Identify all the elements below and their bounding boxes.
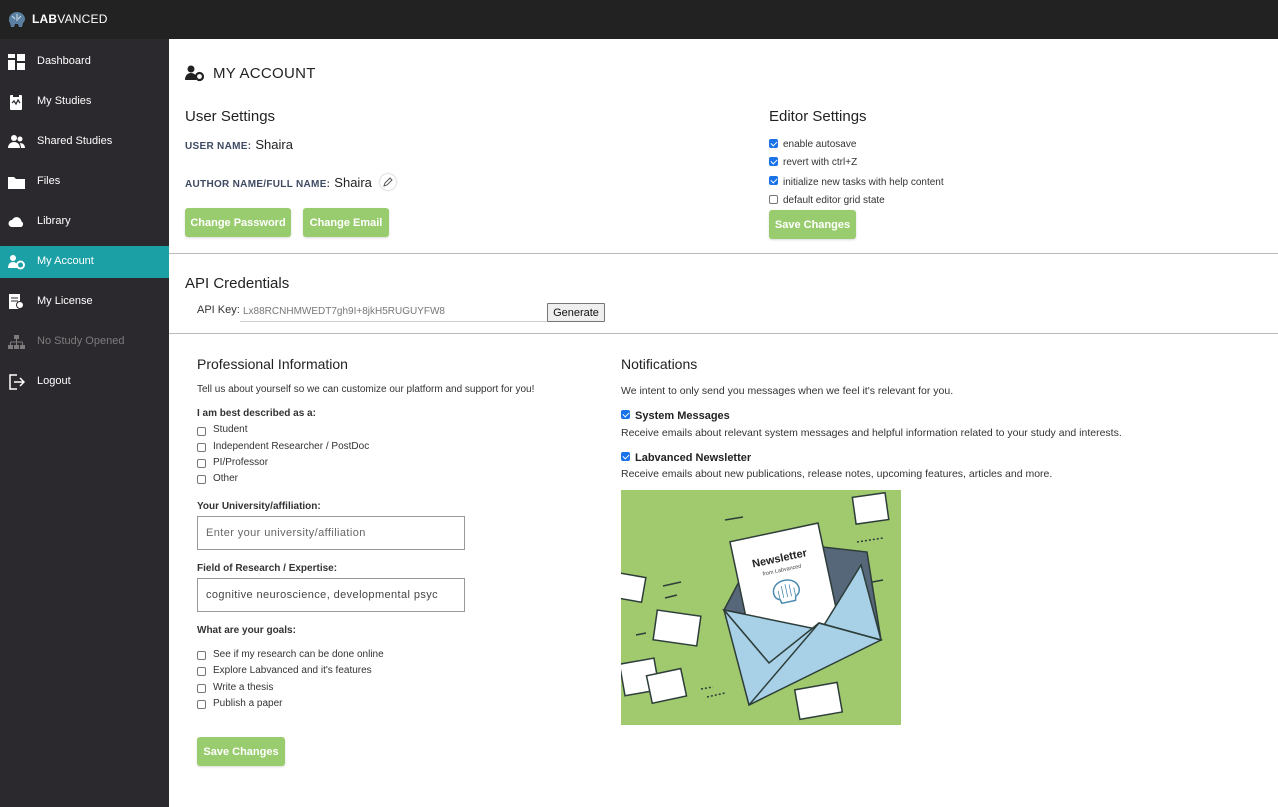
dashboard-icon xyxy=(8,54,25,70)
sidebar-item-files[interactable]: Files xyxy=(0,166,169,198)
field-label: Field of Research / Expertise: xyxy=(197,563,338,574)
editor-settings-heading: Editor Settings xyxy=(769,108,867,125)
goal-label: Write a thesis xyxy=(213,682,274,693)
sidebar-item-my-studies[interactable]: My Studies xyxy=(0,86,169,118)
describe-label: I am best described as a: xyxy=(197,408,316,419)
user-gear-icon xyxy=(8,255,25,270)
professional-intro: Tell us about yourself so we can customi… xyxy=(197,384,535,395)
license-icon xyxy=(9,294,24,309)
brand-name: LABVANCED xyxy=(32,12,108,26)
system-messages-label: System Messages xyxy=(635,410,730,422)
grid-state-checkbox[interactable] xyxy=(769,195,778,204)
sitemap-icon xyxy=(8,335,25,349)
author-row: AUTHOR NAME/FULL NAME: Shaira xyxy=(185,174,396,190)
change-password-button[interactable]: Change Password xyxy=(185,208,291,237)
university-label: Your University/affiliation: xyxy=(197,501,321,512)
professional-save-button[interactable]: Save Changes xyxy=(197,737,285,766)
sidebar-item-my-license[interactable]: My License xyxy=(0,286,169,318)
sidebar-item-label: Library xyxy=(37,215,71,227)
goal-checkbox-online[interactable] xyxy=(197,651,206,660)
system-messages-desc: Receive emails about relevant system mes… xyxy=(621,427,1122,439)
brand-logo[interactable]: LABVANCED xyxy=(6,10,108,28)
role-checkbox-student[interactable] xyxy=(197,427,206,436)
goal-checkbox-thesis[interactable] xyxy=(197,684,206,693)
goals-label: What are your goals: xyxy=(197,625,296,636)
api-credentials-heading: API Credentials xyxy=(185,275,290,292)
newsletter-checkbox[interactable] xyxy=(621,452,630,461)
role-checkbox-researcher[interactable] xyxy=(197,443,206,452)
sidebar-item-label: Dashboard xyxy=(37,55,91,67)
newsletter-illustration: Newsletter from Labvanced xyxy=(621,490,901,725)
newsletter-label: Labvanced Newsletter xyxy=(635,452,752,464)
autosave-label: enable autosave xyxy=(783,139,857,150)
help-content-label: initialize new tasks with help content xyxy=(783,177,944,188)
university-input[interactable]: Enter your university/affiliation xyxy=(197,516,465,550)
editor-save-button[interactable]: Save Changes xyxy=(769,210,856,239)
users-icon xyxy=(8,135,25,148)
top-bar: LABVANCED xyxy=(0,0,1278,39)
username-row: USER NAME: Shaira xyxy=(185,137,293,152)
divider xyxy=(169,253,1278,254)
brain-logo-icon xyxy=(9,12,25,27)
goal-label: Explore Labvanced and it's features xyxy=(213,665,372,676)
cloud-icon xyxy=(8,217,24,227)
sidebar-item-label: Files xyxy=(37,175,61,187)
api-key-label: API Key: xyxy=(197,304,240,316)
goal-label: Publish a paper xyxy=(213,698,283,709)
sidebar-item-dashboard[interactable]: Dashboard xyxy=(0,46,169,78)
sidebar-item-library[interactable]: Library xyxy=(0,206,169,238)
main-content: MY ACCOUNT User Settings USER NAME: Shai… xyxy=(169,39,1278,807)
sidebar-item-label: My Account xyxy=(37,255,94,267)
role-checkbox-professor[interactable] xyxy=(197,459,206,468)
sidebar-item-no-study: No Study Opened xyxy=(0,326,169,358)
role-checkbox-other[interactable] xyxy=(197,475,206,484)
divider xyxy=(169,333,1278,334)
revert-checkbox[interactable] xyxy=(769,157,778,166)
user-settings-heading: User Settings xyxy=(185,108,276,125)
author-value: Shaira xyxy=(334,175,372,190)
sidebar-item-my-account[interactable]: My Account xyxy=(0,246,169,278)
notifications-intro: We intent to only send you messages when… xyxy=(621,385,954,397)
field-input[interactable]: cognitive neuroscience, developmental ps… xyxy=(197,578,465,612)
user-gear-icon xyxy=(185,65,205,82)
change-email-button[interactable]: Change Email xyxy=(303,208,389,237)
role-label: PI/Professor xyxy=(213,457,269,468)
sidebar-item-label: My License xyxy=(37,295,93,307)
system-messages-checkbox[interactable] xyxy=(621,410,630,419)
api-key-field[interactable]: Lx88RCNHMWEDT7gh9I+8jkH5RUGUYFW8 xyxy=(240,302,547,322)
edit-pencil-icon[interactable] xyxy=(380,174,396,190)
page-title: MY ACCOUNT xyxy=(185,64,316,82)
username-value: Shaira xyxy=(255,137,293,152)
sidebar: Dashboard My Studies Shared Studies File… xyxy=(0,39,169,807)
goal-label: See if my research can be done online xyxy=(213,649,384,660)
goal-checkbox-explore[interactable] xyxy=(197,667,206,676)
sidebar-item-label: Shared Studies xyxy=(37,135,113,147)
username-label: USER NAME: xyxy=(185,141,252,152)
folder-icon xyxy=(8,177,25,189)
sidebar-item-label: No Study Opened xyxy=(37,335,125,347)
author-label: AUTHOR NAME/FULL NAME: xyxy=(185,179,331,190)
generate-button[interactable]: Generate xyxy=(547,303,605,322)
role-label: Student xyxy=(213,424,248,435)
sidebar-item-shared-studies[interactable]: Shared Studies xyxy=(0,126,169,158)
revert-label: revert with ctrl+Z xyxy=(783,157,858,168)
sidebar-item-label: Logout xyxy=(37,375,71,387)
sidebar-item-logout[interactable]: Logout xyxy=(0,366,169,398)
help-content-checkbox[interactable] xyxy=(769,176,778,185)
newsletter-desc: Receive emails about new publications, r… xyxy=(621,468,1053,480)
logout-icon xyxy=(9,374,25,390)
role-label: Other xyxy=(213,473,239,484)
goal-checkbox-paper[interactable] xyxy=(197,700,206,709)
notifications-heading: Notifications xyxy=(621,356,698,372)
autosave-checkbox[interactable] xyxy=(769,139,778,148)
clipboard-icon xyxy=(10,94,22,110)
grid-state-label: default editor grid state xyxy=(783,195,885,206)
sidebar-item-label: My Studies xyxy=(37,95,92,107)
professional-heading: Professional Information xyxy=(197,356,348,372)
role-label: Independent Researcher / PostDoc xyxy=(213,441,370,452)
